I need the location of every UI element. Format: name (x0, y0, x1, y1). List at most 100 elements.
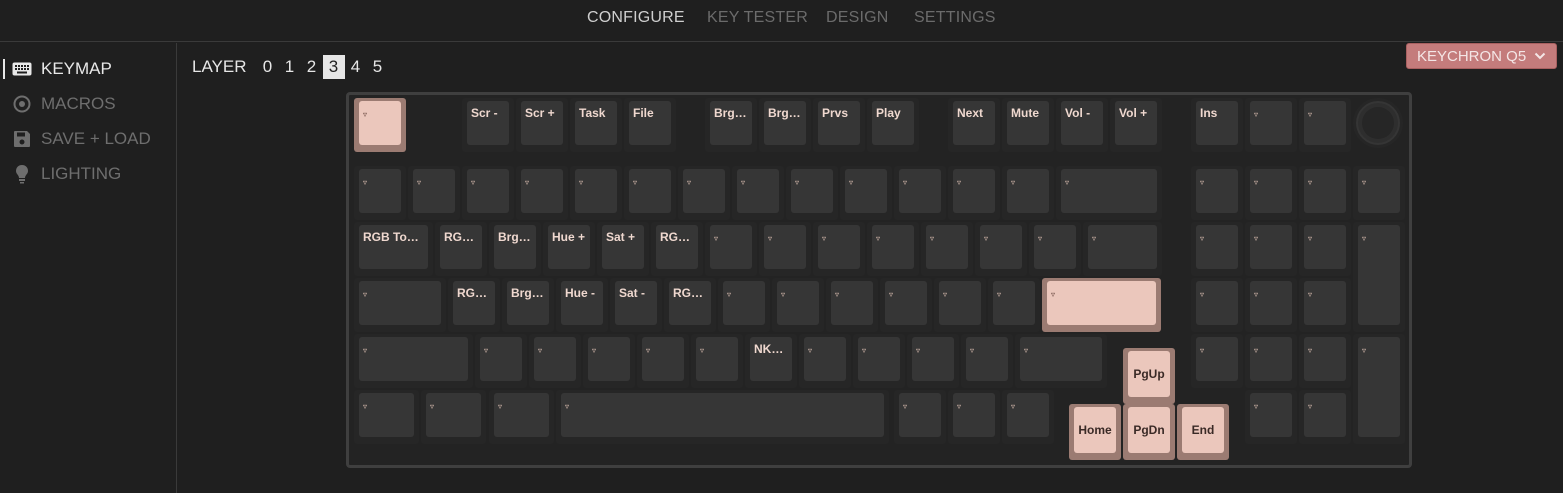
key-row3-2[interactable]: Brght- (502, 278, 554, 332)
key-row0-9[interactable]: Next (948, 98, 1000, 152)
key-row4-12[interactable]: PgUp (1123, 348, 1175, 404)
layer-3-button[interactable]: 3 (322, 55, 345, 79)
key-row1-12[interactable]: ▿ (1002, 166, 1054, 220)
key-row2-0[interactable]: RGB Tog… (354, 222, 433, 276)
key-row0-15[interactable]: ▿ (1299, 98, 1351, 152)
key-row2-14[interactable]: ▿ (1191, 222, 1243, 276)
key-row0-7[interactable]: Prvs (813, 98, 865, 152)
key-row1-13[interactable]: ▿ (1056, 166, 1162, 220)
sidebar-item-macros[interactable]: MACROS (12, 92, 116, 116)
key-row2-17[interactable]: ▿ (1353, 222, 1405, 332)
key-row1-7[interactable]: ▿ (732, 166, 784, 220)
key-row4-13[interactable]: ▿ (1191, 334, 1243, 388)
key-row0-6[interactable]: Brght+ (759, 98, 811, 152)
key-row2-9[interactable]: ▿ (867, 222, 919, 276)
key-row5-7[interactable]: Home (1069, 404, 1121, 460)
key-row2-15[interactable]: ▿ (1245, 222, 1297, 276)
key-row3-3[interactable]: Hue - (556, 278, 608, 332)
key-row3-7[interactable]: ▿ (772, 278, 824, 332)
sidebar-item-save-load[interactable]: SAVE + LOAD (12, 127, 151, 151)
key-row3-14[interactable]: ▿ (1245, 278, 1297, 332)
key-row3-8[interactable]: ▿ (826, 278, 878, 332)
key-row5-3[interactable]: ▿ (556, 390, 889, 444)
key-row3-1[interactable]: RGB… (448, 278, 500, 332)
key-row2-7[interactable]: ▿ (759, 222, 811, 276)
key-row4-0[interactable]: ▿ (354, 334, 473, 388)
key-row0-1[interactable]: Scr - (462, 98, 514, 152)
sidebar-item-lighting[interactable]: LIGHTING (12, 162, 121, 186)
key-row1-6[interactable]: ▿ (678, 166, 730, 220)
tab-key-tester[interactable]: KEY TESTER (707, 9, 808, 27)
key-row1-2[interactable]: ▿ (462, 166, 514, 220)
key-row4-4[interactable]: ▿ (637, 334, 689, 388)
key-row3-15[interactable]: ▿ (1299, 278, 1351, 332)
key-row3-13[interactable]: ▿ (1191, 278, 1243, 332)
key-row2-11[interactable]: ▿ (975, 222, 1027, 276)
key-row1-10[interactable]: ▿ (894, 166, 946, 220)
key-row5-5[interactable]: ▿ (948, 390, 1000, 444)
key-row2-3[interactable]: Hue + (543, 222, 595, 276)
key-row1-15[interactable]: ▿ (1245, 166, 1297, 220)
key-row0-5[interactable]: Brght- (705, 98, 757, 152)
key-row0-2[interactable]: Scr + (516, 98, 568, 152)
key-row2-4[interactable]: Sat + (597, 222, 649, 276)
key-row2-6[interactable]: ▿ (705, 222, 757, 276)
key-row1-0[interactable]: ▿ (354, 166, 406, 220)
key-row4-3[interactable]: ▿ (583, 334, 635, 388)
sidebar-item-keymap[interactable]: KEYMAP (12, 57, 112, 81)
key-row4-7[interactable]: ▿ (799, 334, 851, 388)
key-row3-4[interactable]: Sat - (610, 278, 662, 332)
key-row0-4[interactable]: File (624, 98, 676, 152)
key-row0-3[interactable]: Task (570, 98, 622, 152)
key-row2-1[interactable]: RGB… (435, 222, 487, 276)
key-row3-6[interactable]: ▿ (718, 278, 770, 332)
key-row4-9[interactable]: ▿ (907, 334, 959, 388)
key-row3-0[interactable]: ▿ (354, 278, 446, 332)
key-row4-1[interactable]: ▿ (475, 334, 527, 388)
key-row1-14[interactable]: ▿ (1191, 166, 1243, 220)
key-row1-1[interactable]: ▿ (408, 166, 460, 220)
tab-settings[interactable]: SETTINGS (914, 9, 996, 27)
key-row1-9[interactable]: ▿ (840, 166, 892, 220)
key-row0-0[interactable]: ▿ (354, 98, 406, 152)
rotary-knob[interactable] (1353, 98, 1403, 148)
key-row4-5[interactable]: ▿ (691, 334, 743, 388)
key-row4-14[interactable]: ▿ (1245, 334, 1297, 388)
key-row4-8[interactable]: ▿ (853, 334, 905, 388)
key-row3-9[interactable]: ▿ (880, 278, 932, 332)
key-row3-12[interactable]: ▿ (1042, 278, 1161, 332)
key-row5-0[interactable]: ▿ (354, 390, 419, 444)
layer-1-button[interactable]: 1 (279, 55, 301, 79)
layer-5-button[interactable]: 5 (367, 55, 389, 79)
key-row4-15[interactable]: ▿ (1299, 334, 1351, 388)
key-row5-10[interactable]: ▿ (1245, 390, 1297, 444)
key-row2-12[interactable]: ▿ (1029, 222, 1081, 276)
key-row3-5[interactable]: RGB… (664, 278, 716, 332)
key-row0-11[interactable]: Vol - (1056, 98, 1108, 152)
key-row0-8[interactable]: Play (867, 98, 919, 152)
key-row4-6[interactable]: NKRO (745, 334, 797, 388)
key-row0-10[interactable]: Mute (1002, 98, 1054, 152)
key-row2-16[interactable]: ▿ (1299, 222, 1351, 276)
key-row5-1[interactable]: ▿ (421, 390, 486, 444)
key-row2-10[interactable]: ▿ (921, 222, 973, 276)
key-row1-8[interactable]: ▿ (786, 166, 838, 220)
layer-4-button[interactable]: 4 (345, 55, 367, 79)
key-row2-13[interactable]: ▿ (1083, 222, 1162, 276)
layer-2-button[interactable]: 2 (301, 55, 323, 79)
key-row5-8[interactable]: PgDn (1123, 404, 1175, 460)
key-row1-4[interactable]: ▿ (570, 166, 622, 220)
key-row0-14[interactable]: ▿ (1245, 98, 1297, 152)
key-row4-16[interactable]: ▿ (1353, 334, 1405, 444)
key-row2-5[interactable]: RGB… (651, 222, 703, 276)
key-row4-10[interactable]: ▿ (961, 334, 1013, 388)
keyboard-select[interactable]: KEYCHRON Q5 (1406, 43, 1557, 69)
key-row3-10[interactable]: ▿ (934, 278, 986, 332)
tab-configure[interactable]: CONFIGURE (587, 9, 685, 27)
key-row5-4[interactable]: ▿ (894, 390, 946, 444)
key-row5-2[interactable]: ▿ (489, 390, 554, 444)
key-row5-9[interactable]: End (1177, 404, 1229, 460)
key-row2-8[interactable]: ▿ (813, 222, 865, 276)
key-row5-11[interactable]: ▿ (1299, 390, 1351, 444)
key-row4-11[interactable]: ▿ (1015, 334, 1107, 388)
